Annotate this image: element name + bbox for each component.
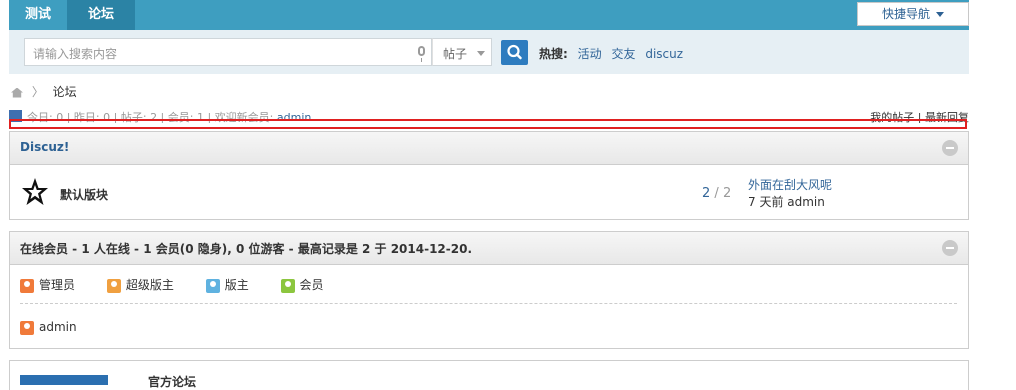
quick-nav-button[interactable]: 快捷导航: [857, 2, 969, 26]
online-members-box: 在线会员 - 1 人在线 - 1 会员(0 隐身), 0 位游客 - 最高记录是…: [9, 231, 969, 349]
section-thumbnail[interactable]: [20, 375, 108, 385]
top-nav-bar: 测试 论坛 快捷导航: [9, 0, 969, 30]
search-bar: 请输入搜索内容 帖子 热搜: 活动 交友 discuz: [9, 30, 969, 74]
nav-tab-forum[interactable]: 论坛: [67, 0, 135, 30]
forum-name-link[interactable]: 默认版块: [60, 186, 108, 203]
moderator-user-icon: [205, 278, 220, 293]
hot-term-link[interactable]: 活动: [578, 47, 602, 61]
breadcrumb-current[interactable]: 论坛: [53, 85, 77, 99]
member-legend: 管理员 超级版主 版主 会员: [20, 276, 352, 293]
forum-category: Discuz! 默认版块 2 / 2 外面在刮大风呢 7 天前 admin: [9, 131, 969, 220]
hot-term-link[interactable]: 交友: [611, 47, 635, 61]
legend-item: 会员: [280, 276, 324, 293]
nav-tab-test[interactable]: 测试: [9, 0, 67, 30]
forum-last-post: 外面在刮大风呢 7 天前 admin: [748, 177, 832, 211]
forum-counts: 2 / 2: [702, 186, 732, 201]
hot-search-label: 热搜:: [539, 47, 568, 61]
online-member: admin: [20, 320, 77, 335]
member-link[interactable]: admin: [39, 320, 77, 334]
chevron-down-icon: [936, 12, 944, 17]
search-input[interactable]: 请输入搜索内容: [24, 38, 432, 66]
hot-term-link[interactable]: discuz: [645, 47, 683, 61]
search-button[interactable]: [501, 40, 528, 65]
search-type-label: 帖子: [443, 47, 468, 61]
microphone-icon[interactable]: [418, 46, 425, 62]
legend-item: 版主: [205, 276, 249, 293]
legend-item: 超级版主: [106, 276, 174, 293]
admin-user-icon: [20, 320, 34, 335]
quick-nav-label: 快捷导航: [881, 7, 930, 21]
last-post-meta: 7 天前 admin: [748, 195, 825, 209]
breadcrumb-separator-icon: 〉: [31, 85, 44, 99]
category-header: Discuz!: [10, 132, 968, 165]
online-title: 在线会员 - 1 人在线 - 1 会员(0 隐身), 0 位游客 - 最高记录是…: [20, 242, 473, 256]
admin-user-icon: [20, 278, 34, 293]
forum-star-icon[interactable]: [21, 177, 49, 207]
search-type-select[interactable]: 帖子: [432, 38, 492, 66]
forum-row: 默认版块 2 / 2 外面在刮大风呢 7 天前 admin: [10, 165, 968, 220]
breadcrumb: 〉 论坛: [11, 83, 77, 100]
divider: [20, 303, 957, 304]
category-title[interactable]: Discuz!: [20, 140, 69, 154]
highlight-box: [9, 119, 967, 129]
collapse-icon[interactable]: [942, 140, 958, 156]
home-icon[interactable]: [11, 87, 23, 98]
hot-search: 热搜: 活动 交友 discuz: [539, 45, 683, 62]
next-section: 官方论坛: [9, 360, 969, 390]
search-placeholder: 请输入搜索内容: [33, 47, 118, 61]
next-section-title[interactable]: 官方论坛: [148, 373, 196, 390]
member-user-icon: [280, 278, 295, 293]
super-moderator-user-icon: [106, 278, 121, 293]
legend-item: 管理员: [20, 276, 75, 293]
last-post-link[interactable]: 外面在刮大风呢: [748, 178, 832, 192]
collapse-icon[interactable]: [942, 240, 958, 256]
dropdown-arrow-icon: [477, 51, 485, 56]
online-header: 在线会员 - 1 人在线 - 1 会员(0 隐身), 0 位游客 - 最高记录是…: [10, 232, 968, 265]
search-icon: [507, 44, 522, 60]
